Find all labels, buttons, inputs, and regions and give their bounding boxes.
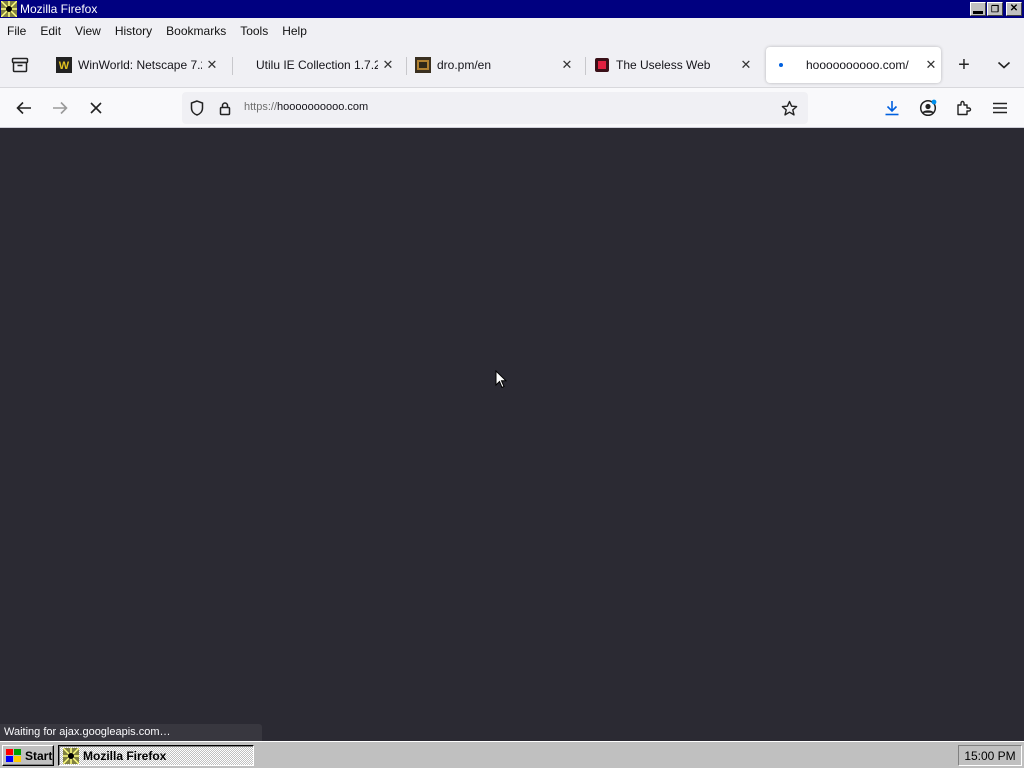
- tab-close-icon[interactable]: ✕: [378, 57, 398, 73]
- lock-icon: [219, 101, 231, 115]
- site-info-button[interactable]: [216, 100, 234, 116]
- stop-button[interactable]: [84, 98, 108, 118]
- menu-tools[interactable]: Tools: [240, 24, 268, 38]
- taskbar: Start Mozilla Firefox 15:00 PM: [0, 741, 1024, 768]
- stop-x-icon: [90, 102, 102, 114]
- menu-edit[interactable]: Edit: [40, 24, 61, 38]
- forward-button[interactable]: [48, 98, 72, 118]
- menu-bookmarks[interactable]: Bookmarks: [166, 24, 226, 38]
- puzzle-piece-icon: [957, 100, 972, 116]
- dropm-icon: [415, 57, 431, 73]
- extensions-button[interactable]: [952, 98, 976, 118]
- clock[interactable]: 15:00 PM: [964, 749, 1015, 763]
- account-button[interactable]: [916, 97, 940, 119]
- tab-close-icon[interactable]: ✕: [921, 57, 941, 73]
- tab-close-icon[interactable]: ✕: [557, 57, 577, 73]
- tab-separator: [232, 57, 233, 75]
- url-protocol: https://: [244, 101, 278, 113]
- firefox-app-icon: [63, 747, 79, 764]
- tab-close-icon[interactable]: ✕: [736, 57, 756, 73]
- system-tray: 15:00 PM: [958, 745, 1022, 766]
- star-icon: [781, 100, 797, 116]
- windows-logo-icon: [6, 748, 21, 762]
- hamburger-menu-icon: [993, 102, 1007, 114]
- tab-dropm[interactable]: dro.pm/en ✕: [405, 47, 577, 83]
- account-icon: [919, 99, 937, 117]
- bookmark-star-button[interactable]: [779, 99, 799, 117]
- tab-utilu[interactable]: Utilu IE Collection 1.7.2.1 ✕: [236, 47, 398, 83]
- url-host: hoooooooooo.com: [277, 101, 369, 113]
- winworld-icon: W: [56, 57, 72, 73]
- menu-file[interactable]: File: [7, 24, 26, 38]
- tab-label: hoooooooooo.com/: [806, 58, 909, 72]
- page-content-area[interactable]: [0, 128, 1024, 741]
- tab-useless-web[interactable]: The Useless Web ✕: [584, 47, 756, 83]
- chevron-down-icon: [997, 61, 1011, 69]
- menu-view[interactable]: View: [75, 24, 101, 38]
- app-menu-button[interactable]: [988, 98, 1012, 118]
- tab-label: WinWorld: Netscape 7.2 /: [78, 58, 202, 72]
- firefox-view-button[interactable]: [8, 55, 32, 75]
- download-icon: [885, 101, 899, 116]
- tab-label: Utilu IE Collection 1.7.2.1: [256, 58, 378, 72]
- list-all-tabs-button[interactable]: [992, 55, 1016, 75]
- downloads-button[interactable]: [880, 98, 904, 118]
- back-button[interactable]: [12, 98, 36, 118]
- navigation-toolbar: https://hoooooooooo.com: [0, 88, 1024, 128]
- window-title: Mozilla Firefox: [20, 2, 98, 16]
- minimize-button[interactable]: ▬: [970, 2, 986, 17]
- tab-hoooooooooo[interactable]: hoooooooooo.com/ ✕: [766, 47, 941, 83]
- tab-winworld[interactable]: W WinWorld: Netscape 7.2 / ✕: [46, 47, 222, 83]
- restore-button[interactable]: ❐: [987, 2, 1003, 16]
- mouse-pointer-icon: [495, 370, 507, 389]
- restore-icon: ❐: [990, 3, 1000, 14]
- taskbar-item-firefox[interactable]: Mozilla Firefox: [58, 745, 254, 766]
- firefox-view-icon: [11, 57, 29, 73]
- close-window-button[interactable]: ✕: [1006, 2, 1022, 16]
- arrow-left-icon: [16, 101, 31, 115]
- start-button[interactable]: Start: [2, 745, 54, 766]
- loading-dot-icon: [779, 63, 783, 67]
- firefox-app-icon: [1, 1, 17, 17]
- shield-icon: [190, 100, 204, 116]
- plus-icon: +: [958, 53, 970, 76]
- start-label: Start: [25, 748, 53, 763]
- tab-strip: W WinWorld: Netscape 7.2 / ✕ Utilu IE Co…: [0, 43, 1024, 88]
- tracking-protection-button[interactable]: [188, 100, 206, 116]
- tab-label: dro.pm/en: [437, 58, 492, 72]
- menu-help[interactable]: Help: [282, 24, 307, 38]
- svg-text:W: W: [59, 60, 70, 72]
- close-window-icon: ✕: [1009, 3, 1019, 14]
- minimize-icon: ▬: [973, 6, 983, 17]
- taskbar-item-label: Mozilla Firefox: [83, 748, 167, 763]
- url-text[interactable]: https://hoooooooooo.com: [244, 101, 368, 113]
- new-tab-button[interactable]: +: [952, 53, 976, 76]
- useless-web-icon: [595, 58, 609, 72]
- url-bar[interactable]: https://hoooooooooo.com: [182, 92, 808, 124]
- arrow-right-icon: [53, 101, 68, 115]
- menu-bar: File Edit View History Bookmarks Tools H…: [0, 18, 1024, 43]
- status-panel: Waiting for ajax.googleapis.com…: [0, 724, 262, 741]
- window-titlebar[interactable]: Mozilla Firefox ▬ ❐ ✕: [0, 0, 1024, 18]
- tab-label: The Useless Web: [616, 58, 711, 72]
- tab-close-icon[interactable]: ✕: [202, 57, 222, 73]
- menu-history[interactable]: History: [115, 24, 152, 38]
